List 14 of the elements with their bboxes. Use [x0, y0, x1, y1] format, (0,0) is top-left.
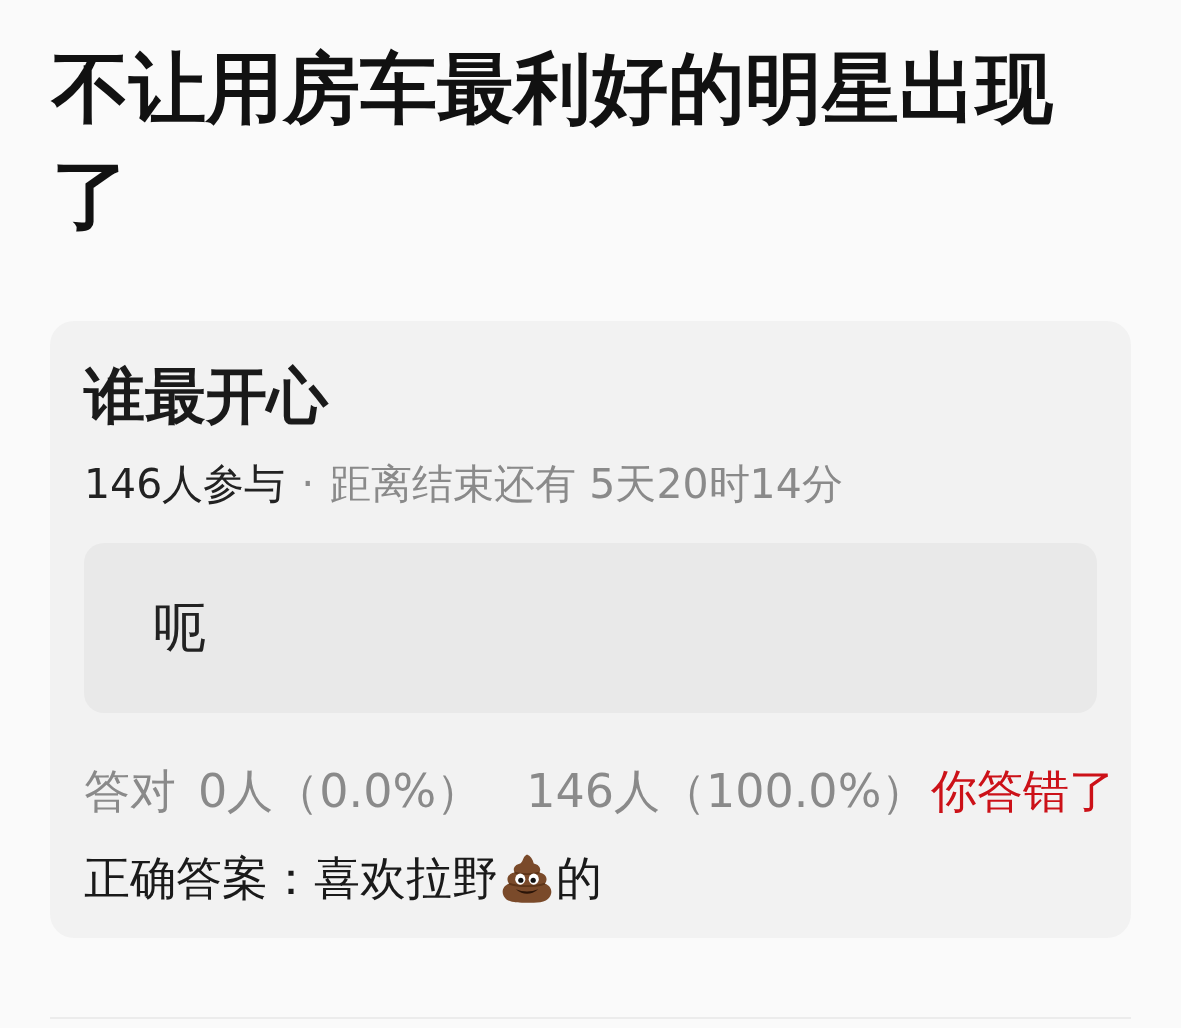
- participant-count: 146人参与: [84, 459, 286, 509]
- answer-text: 喜欢拉野: [314, 850, 498, 907]
- answer-label: 正确答案：: [84, 850, 314, 907]
- countdown-text: 距离结束还有 5天20时14分: [330, 459, 843, 509]
- quiz-option[interactable]: 呃: [84, 543, 1097, 713]
- result-text: 你答错了: [931, 763, 1116, 820]
- poop-icon: [500, 852, 554, 904]
- quiz-question: 谁最开心: [84, 359, 328, 433]
- answer-text: 的: [556, 850, 602, 907]
- wrong-count: 146人（100.0%）: [526, 763, 928, 820]
- separator-dot: ·: [301, 459, 315, 509]
- post-title: 不让用房车最利好的明星出现了: [52, 43, 1054, 242]
- correct-count: 0人（0.0%）: [198, 763, 483, 820]
- stats-label: 答对: [84, 763, 176, 820]
